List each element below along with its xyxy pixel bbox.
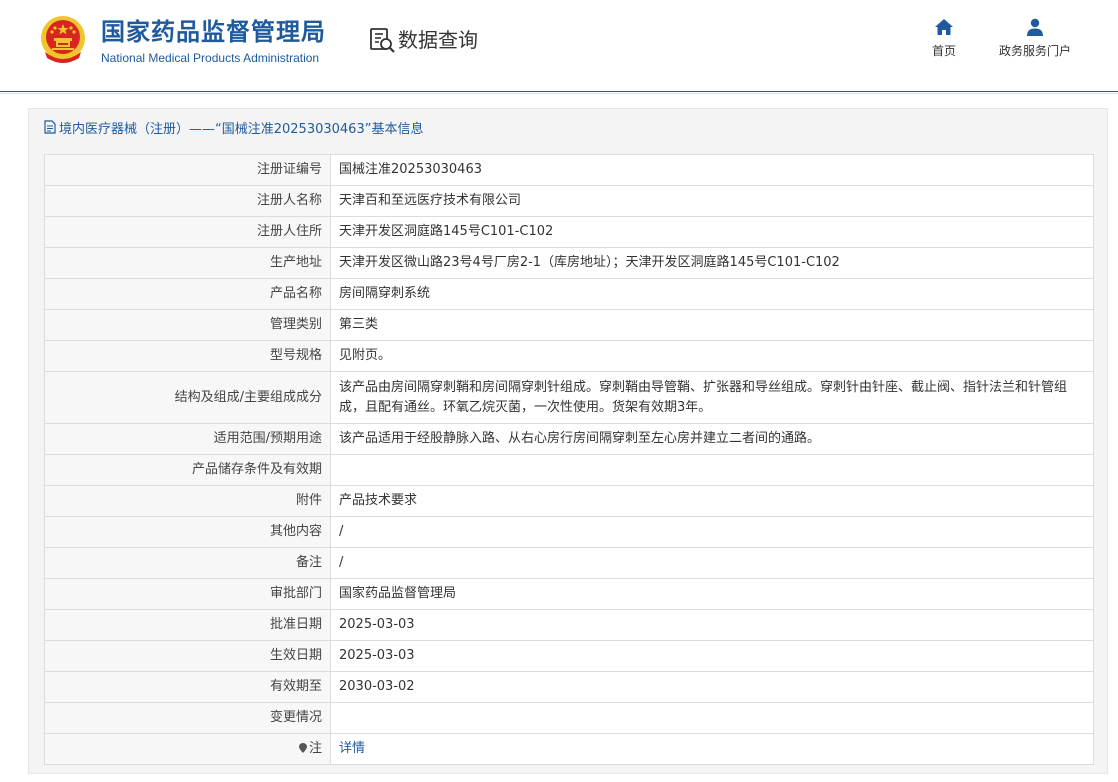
document-search-icon — [370, 28, 395, 53]
row-value: 该产品由房间隔穿刺鞘和房间隔穿刺针组成。穿刺鞘由导管鞘、扩张器和导丝组成。穿刺针… — [330, 371, 1094, 424]
table-row: 产品储存条件及有效期 — [44, 454, 1094, 486]
row-key: 结构及组成/主要组成成分 — [44, 371, 331, 424]
row-value: 国械注准20253030463 — [330, 154, 1094, 186]
row-value: 2025-03-03 — [330, 609, 1094, 641]
site-title[interactable]: 国家药品监督管理局 — [101, 17, 326, 47]
row-key: 生效日期 — [44, 640, 331, 672]
national-emblem-icon — [41, 16, 85, 63]
table-row: 附件 产品技术要求 — [44, 485, 1094, 517]
nav-government-service-label: 政务服务门户 — [998, 44, 1071, 58]
row-value: 该产品适用于经股静脉入路、从右心房行房间隔穿刺至左心房并建立二者间的通路。 — [330, 423, 1094, 455]
row-key: 注册人名称 — [44, 185, 331, 217]
row-key: 变更情况 — [44, 702, 331, 734]
row-key: 型号规格 — [44, 340, 331, 372]
table-row: 管理类别 第三类 — [44, 309, 1094, 341]
table-row: 生产地址 天津开发区微山路23号4号厂房2-1（库房地址）；天津开发区洞庭路14… — [44, 247, 1094, 279]
table-row: 有效期至 2030-03-02 — [44, 671, 1094, 703]
row-key: 适用范围/预期用途 — [44, 423, 331, 455]
table-row: 备注 / — [44, 547, 1094, 579]
row-value: 2025-03-03 — [330, 640, 1094, 672]
panel-heading: 境内医疗器械（注册）——“国械注准20253030463”基本信息 — [44, 117, 423, 137]
table-row: 注 详情 — [44, 733, 1094, 765]
data-query-heading: 数据查询 — [368, 26, 478, 54]
registration-info-table: 注册证编号 国械注准20253030463 注册人名称 天津百和至远医疗技术有限… — [44, 154, 1094, 765]
row-key: 附件 — [44, 485, 331, 517]
nav-home[interactable]: 首页 — [922, 18, 966, 59]
row-value: 天津开发区洞庭路145号C101-C102 — [330, 216, 1094, 248]
row-key: 管理类别 — [44, 309, 331, 341]
row-key: 其他内容 — [44, 516, 331, 548]
row-value: / — [330, 516, 1094, 548]
details-link[interactable]: 详情 — [339, 741, 365, 756]
table-row: 注册人住所 天津开发区洞庭路145号C101-C102 — [44, 216, 1094, 248]
row-value: 国家药品监督管理局 — [330, 578, 1094, 610]
device-info-panel: 境内医疗器械（注册）——“国械注准20253030463”基本信息 注册证编号 … — [28, 108, 1108, 774]
note-value: 详情 — [330, 733, 1094, 765]
row-value: 房间隔穿刺系统 — [330, 278, 1094, 310]
row-key: 产品储存条件及有效期 — [44, 454, 331, 486]
row-value: / — [330, 547, 1094, 579]
row-key: 有效期至 — [44, 671, 331, 703]
table-row: 结构及组成/主要组成成分 该产品由房间隔穿刺鞘和房间隔穿刺针组成。穿刺鞘由导管鞘… — [44, 371, 1094, 424]
table-row: 生效日期 2025-03-03 — [44, 640, 1094, 672]
row-key: 产品名称 — [44, 278, 331, 310]
data-query-label: 数据查询 — [398, 28, 478, 52]
table-row: 变更情况 — [44, 702, 1094, 734]
row-key: 备注 — [44, 547, 331, 579]
user-icon — [1027, 18, 1043, 36]
row-value: 第三类 — [330, 309, 1094, 341]
header-divider — [0, 91, 1118, 92]
nav-home-label: 首页 — [931, 44, 956, 58]
table-row: 审批部门 国家药品监督管理局 — [44, 578, 1094, 610]
table-row: 注册证编号 国械注准20253030463 — [44, 154, 1094, 186]
row-value — [330, 702, 1094, 734]
row-value: 见附页。 — [330, 340, 1094, 372]
row-value — [330, 454, 1094, 486]
row-value: 2030-03-02 — [330, 671, 1094, 703]
row-value: 天津百和至远医疗技术有限公司 — [330, 185, 1094, 217]
table-row: 适用范围/预期用途 该产品适用于经股静脉入路、从右心房行房间隔穿刺至左心房并建立… — [44, 423, 1094, 455]
site-subtitle: National Medical Products Administration — [101, 51, 320, 65]
table-row: 注册人名称 天津百和至远医疗技术有限公司 — [44, 185, 1094, 217]
row-key: 审批部门 — [44, 578, 331, 610]
note-key: 注 — [44, 733, 331, 765]
nav-government-service-portal[interactable]: 政务服务门户 — [990, 18, 1080, 59]
row-key: 注册证编号 — [44, 154, 331, 186]
row-value: 产品技术要求 — [330, 485, 1094, 517]
home-icon — [935, 19, 953, 35]
row-value: 天津开发区微山路23号4号厂房2-1（库房地址）；天津开发区洞庭路145号C10… — [330, 247, 1094, 279]
pin-icon — [298, 743, 307, 753]
document-icon — [44, 120, 56, 134]
table-row: 其他内容 / — [44, 516, 1094, 548]
panel-heading-text: 境内医疗器械（注册）——“国械注准20253030463”基本信息 — [59, 121, 424, 137]
note-key-label: 注 — [308, 741, 322, 756]
row-key: 批准日期 — [44, 609, 331, 641]
table-row: 批准日期 2025-03-03 — [44, 609, 1094, 641]
site-header: 国家药品监督管理局 National Medical Products Admi… — [0, 0, 1118, 94]
header-divider-light — [0, 93, 1118, 94]
row-key: 生产地址 — [44, 247, 331, 279]
table-row: 产品名称 房间隔穿刺系统 — [44, 278, 1094, 310]
table-row: 型号规格 见附页。 — [44, 340, 1094, 372]
row-key: 注册人住所 — [44, 216, 331, 248]
